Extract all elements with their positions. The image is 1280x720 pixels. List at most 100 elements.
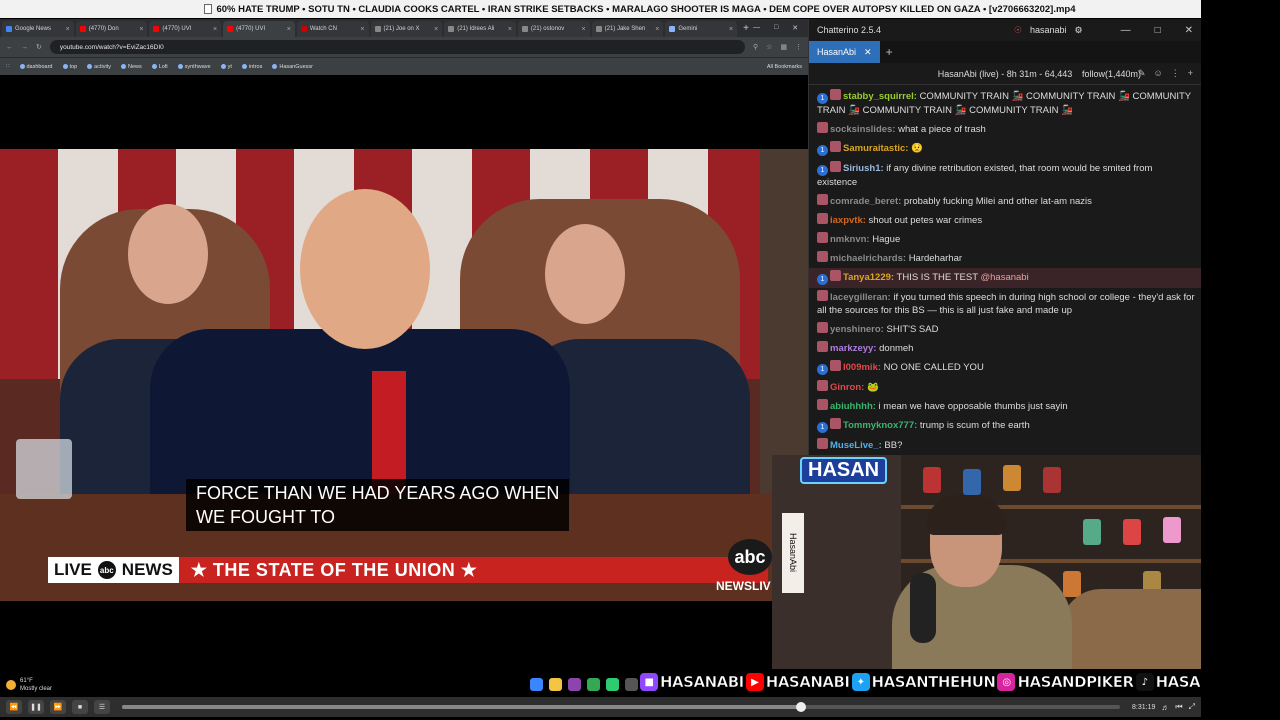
tab-close-icon[interactable]: × [434, 26, 438, 33]
more-icon[interactable]: ⋮ [1171, 68, 1180, 79]
tab-close-icon[interactable]: × [213, 26, 217, 33]
tab-close-icon[interactable]: × [287, 26, 291, 33]
chat-message[interactable]: laceygilleran: if you turned this speech… [817, 288, 1195, 320]
bookmark-item[interactable]: dashboard [19, 64, 53, 70]
browser-tab[interactable]: (21) Joe on X × [370, 21, 443, 37]
chat-message[interactable]: yenshinero: SHIT'S SAD [817, 320, 1195, 339]
account-name[interactable]: hasanabi [1030, 25, 1067, 35]
browser-tab[interactable]: Watch CN × [296, 21, 369, 37]
rewind-icon[interactable]: ⏪ [6, 700, 22, 714]
skip-back-icon[interactable]: ⏮ [1175, 702, 1182, 712]
search-icon[interactable]: ⚲ [753, 43, 758, 51]
chat-message[interactable]: 1 stabby_squirrel: COMMUNITY TRAIN 🚂 COMM… [817, 87, 1195, 120]
reload-icon[interactable]: ↻ [36, 43, 42, 51]
chat-username[interactable]: socksinslides: [830, 124, 895, 135]
weather-widget[interactable]: 61°F Mostly clear [6, 677, 52, 693]
settings-icon[interactable]: ⚙ [1074, 25, 1082, 36]
browser-tab[interactable]: (4770) Don × [75, 21, 148, 37]
bookmark-item[interactable]: activity [87, 64, 111, 70]
tab-close-icon[interactable]: × [360, 26, 364, 33]
chat-username[interactable]: l009mik: [843, 362, 881, 373]
chat-message[interactable]: 1 Siriush1: if any divine retribution exi… [817, 159, 1195, 192]
add-tab-icon[interactable]: + [880, 45, 893, 59]
seek-bar[interactable] [122, 702, 1121, 712]
chat-message[interactable]: iaxpvtk: shout out petes war crimes [817, 211, 1195, 230]
chat-username[interactable]: markzeyy: [830, 343, 876, 354]
maximize-icon[interactable]: □ [774, 24, 778, 32]
chat-message-list[interactable]: 1 stabby_squirrel: COMMUNITY TRAIN 🚂 COMM… [809, 85, 1201, 455]
chat-message[interactable]: MuseLive_: BB? [817, 436, 1195, 455]
start-icon[interactable] [530, 678, 543, 691]
chat-message[interactable]: 1 Samuraitastic: 😟 [817, 139, 1195, 159]
chat-username[interactable]: yenshinero: [830, 324, 884, 335]
chat-username[interactable]: Tanya1229: [843, 272, 894, 283]
tab-close-icon[interactable]: × [139, 26, 143, 33]
new-tab-icon[interactable]: + [739, 23, 753, 34]
playlist-icon[interactable]: ☰ [94, 700, 110, 714]
chat-username[interactable]: laceygilleran: [830, 292, 891, 303]
chat-message[interactable]: 1 Tommyknox777: trump is scum of the eart… [817, 416, 1195, 436]
forward-icon[interactable]: → [21, 44, 28, 51]
chat-message[interactable]: 1 l009mik: NO ONE CALLED YOU [817, 358, 1195, 378]
tab-close-icon[interactable]: × [582, 26, 586, 33]
video-frame[interactable]: FORCE THAN WE HAD YEARS AGO WHEN WE FOUG… [0, 149, 808, 601]
chat-username[interactable]: Ginron: [830, 382, 864, 393]
edit-icon[interactable]: ✎ [1138, 68, 1146, 79]
tab-hasanabi[interactable]: HasanAbi ✕ [809, 41, 880, 63]
app-icon[interactable] [568, 678, 581, 691]
seek-handle[interactable] [795, 702, 806, 712]
tab-close-icon[interactable]: × [729, 26, 733, 33]
chat-message[interactable]: socksinslides: what a piece of trash [817, 120, 1195, 139]
bookmark-item[interactable]: top [62, 64, 77, 70]
url-field[interactable]: youtube.com/watch?v=EviZac16DI0 [49, 40, 745, 54]
bookmark-item[interactable]: intros [241, 64, 262, 70]
chrome-icon[interactable] [587, 678, 600, 691]
chat-message[interactable]: nmknvn: Hague [817, 230, 1195, 249]
chat-username[interactable]: nmknvn: [830, 234, 870, 245]
minimize-icon[interactable]: — [1121, 25, 1131, 36]
chat-username[interactable]: michaelrichards: [830, 253, 906, 264]
browser-tab[interactable]: (4770) UVI × [149, 21, 222, 37]
all-bookmarks[interactable]: All Bookmarks [767, 64, 802, 70]
extensions-icon[interactable]: ▦ [780, 43, 787, 51]
chat-message[interactable]: Ginron: 🐸 [817, 378, 1195, 397]
browser-tab[interactable]: (21) Jake Shen × [591, 21, 664, 37]
browser-tab[interactable]: (21) Idrees Ali × [444, 21, 516, 37]
chat-username[interactable]: iaxpvtk: [830, 215, 866, 226]
bookmark-item[interactable]: yt [220, 64, 232, 70]
close-icon[interactable]: ✕ [792, 24, 798, 32]
chat-message[interactable]: markzeyy: donmeh [817, 339, 1195, 358]
tab-close-icon[interactable]: ✕ [864, 47, 872, 58]
chat-username[interactable]: stabby_squirrel: [843, 91, 917, 102]
chat-message[interactable]: abiuhhhh: i mean we have opposable thumb… [817, 397, 1195, 416]
chat-username[interactable]: comrade_beret: [830, 196, 901, 207]
chat-username[interactable]: Siriush1: [843, 163, 884, 174]
bookmark-item[interactable]: HasanGuessr [272, 64, 313, 70]
chat-username[interactable]: MuseLive_: [830, 440, 882, 451]
stop-icon[interactable]: ■ [72, 700, 88, 714]
fast-forward-icon[interactable]: ⏩ [50, 700, 66, 714]
minimize-icon[interactable]: — [753, 24, 760, 32]
fullscreen-icon[interactable]: ⤢ [1189, 702, 1195, 712]
chat-message[interactable]: comrade_beret: probably fucking Milei an… [817, 192, 1195, 211]
tab-close-icon[interactable]: × [508, 26, 512, 33]
browser-tab[interactable]: Gemini × [665, 21, 738, 37]
browser-tab[interactable]: (4770) UVI × [223, 21, 295, 37]
chat-username[interactable]: abiuhhhh: [830, 401, 876, 412]
chat-username[interactable]: Samuraitastic: [843, 143, 908, 154]
browser-tab[interactable]: (21) ostonov × [517, 21, 590, 37]
chat-mention[interactable]: @hasanabi [980, 272, 1028, 283]
app-icon[interactable] [606, 678, 619, 691]
chat-message[interactable]: 1 Tanya1229: THIS IS THE TEST @hasanabi [809, 268, 1201, 288]
tab-close-icon[interactable]: × [66, 26, 70, 33]
add-split-icon[interactable]: + [1188, 68, 1193, 79]
tab-close-icon[interactable]: × [655, 26, 659, 33]
pause-icon[interactable]: ❚❚ [28, 700, 44, 714]
bookmark-item[interactable]: Lofi [151, 64, 168, 70]
chat-username[interactable]: Tommyknox777: [843, 420, 917, 431]
apps-icon[interactable]: ∷ [6, 64, 10, 70]
back-icon[interactable]: ← [6, 44, 13, 51]
bookmark-item[interactable]: News [120, 64, 142, 70]
close-icon[interactable]: ✕ [1185, 25, 1193, 36]
browser-tab[interactable]: Google News × [2, 21, 74, 37]
